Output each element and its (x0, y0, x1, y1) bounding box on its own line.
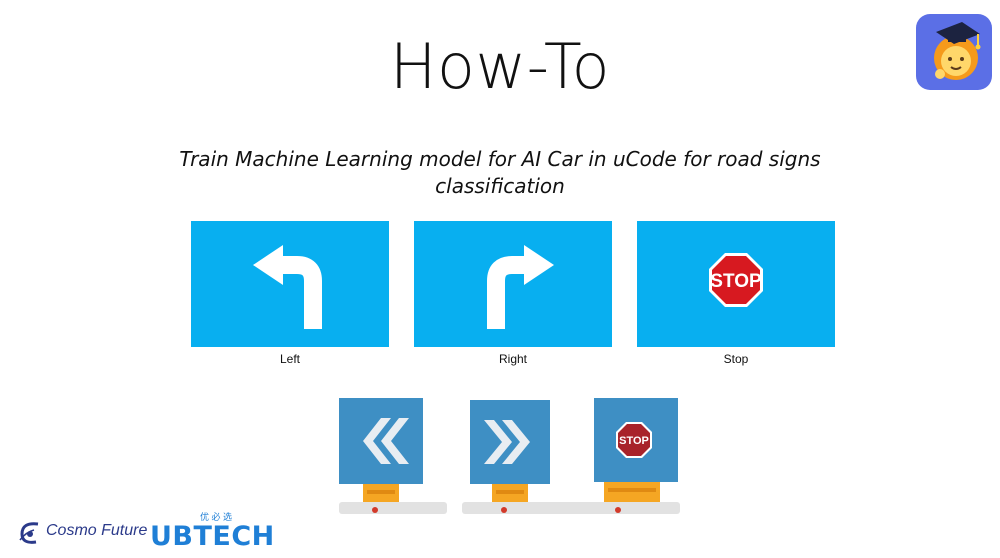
double-chevron-left-icon (339, 398, 447, 514)
stop-sign-icon: STOP (709, 253, 763, 307)
photo-left-sign (335, 398, 455, 529)
lion-mascot-logo (916, 14, 992, 90)
sign-label-right: Right (498, 352, 527, 366)
cosmo-future-brand: Cosmo Future (46, 522, 148, 539)
double-chevron-right-icon (462, 400, 578, 514)
left-turn-arrow-icon (253, 245, 322, 329)
stop-photo-text: STOP (619, 435, 649, 447)
sign-card-left (191, 221, 389, 347)
photo-stop-sign: STOP (568, 398, 688, 529)
cosmo-future-logo-icon (19, 522, 39, 544)
page-title: How-To (389, 30, 611, 103)
stop-sign-icon: STOP (568, 398, 680, 514)
sign-card-stop: STOP (637, 221, 835, 347)
sign-label-left: Left (279, 352, 300, 366)
slide: How-To Train Machine Learning model for … (0, 0, 1000, 558)
right-turn-arrow-icon (487, 245, 554, 329)
sign-card-right (414, 221, 612, 347)
sign-label-stop: Stop (723, 352, 749, 366)
ubtech-brand: UBTECH (150, 521, 275, 552)
stop-sign-text: STOP (710, 271, 762, 292)
subtitle: Train Machine Learning model for AI Car … (179, 147, 821, 198)
photo-right-sign (460, 398, 580, 529)
